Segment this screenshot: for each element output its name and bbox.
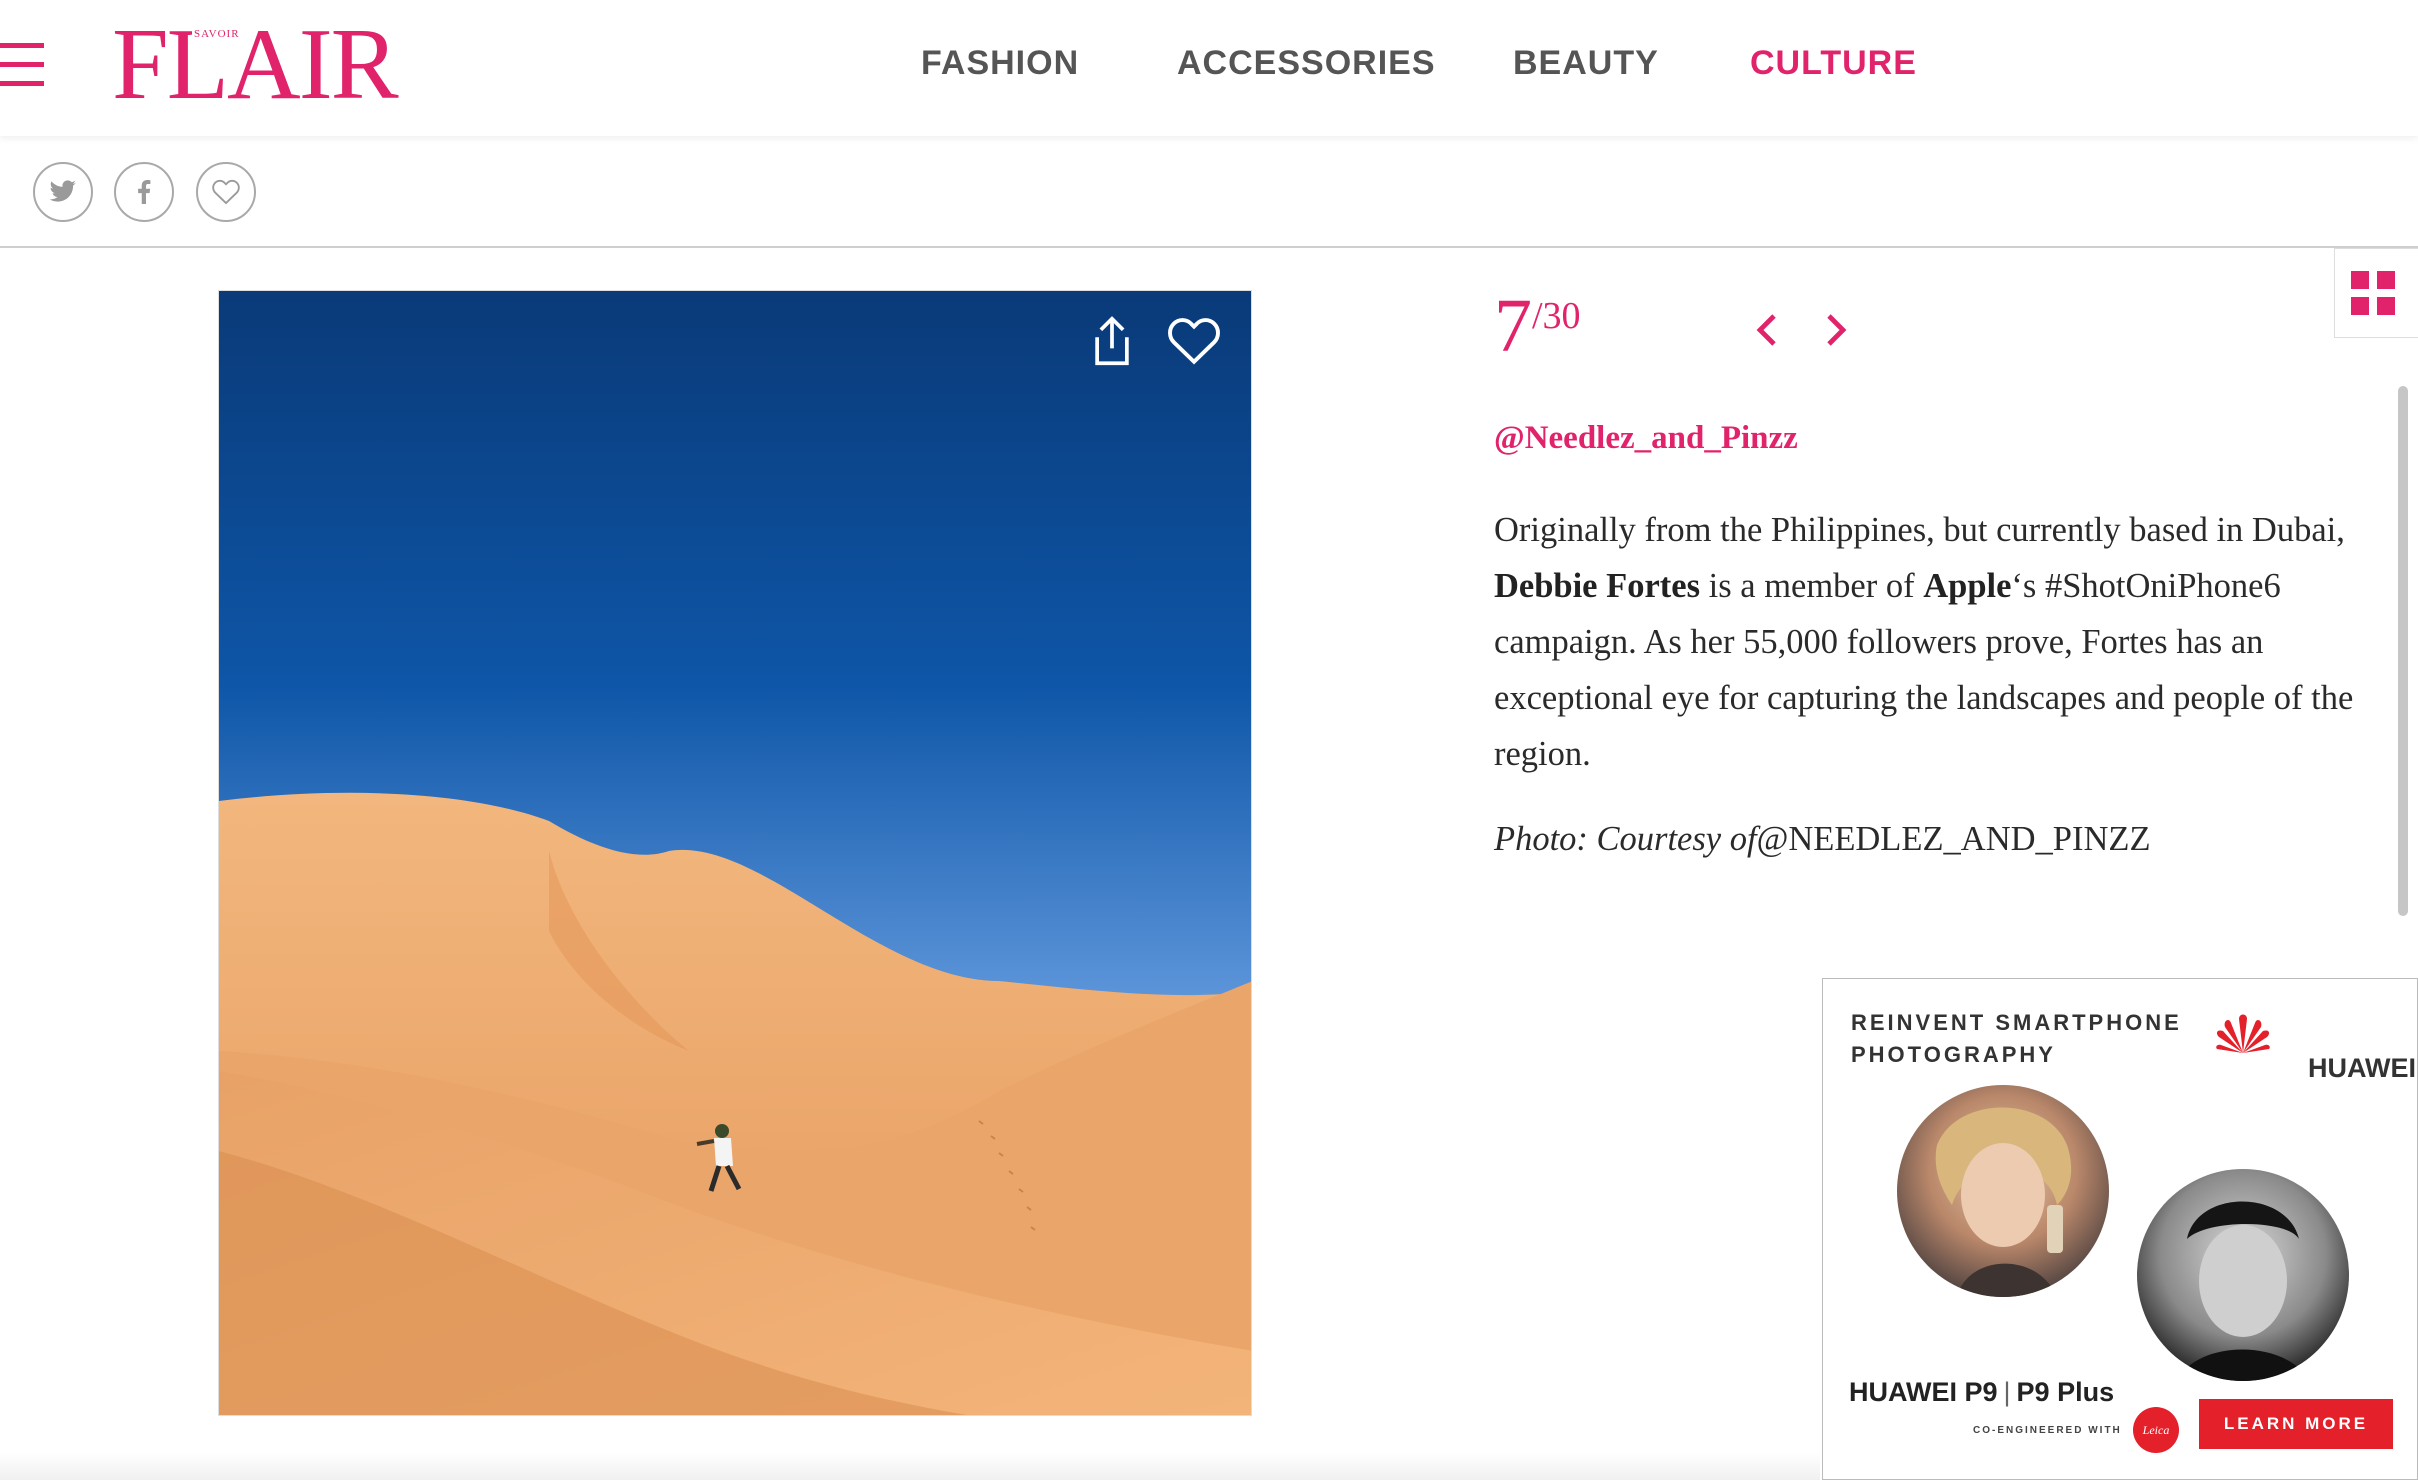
total-slides: /30 xyxy=(1532,295,1581,337)
leica-logo: Leica xyxy=(2133,1407,2179,1453)
main-nav: FASHION ACCESSORIES BEAUTY CULTURE xyxy=(0,44,2418,88)
nav-beauty[interactable]: BEAUTY xyxy=(1513,44,1659,83)
page-fade xyxy=(0,1452,1820,1480)
description-text: is a member of xyxy=(1700,567,1924,605)
description-brand: Apple xyxy=(1923,567,2012,605)
heart-icon xyxy=(212,179,240,205)
slide-description: Originally from the Philippines, but cur… xyxy=(1494,502,2364,782)
co-engineered-text: CO-ENGINEERED WITH xyxy=(1973,1425,2122,1436)
instagram-handle-link[interactable]: @Needlez_and_Pinzz xyxy=(1494,420,1798,457)
model-portrait-woman xyxy=(1897,1085,2109,1297)
credit-label: Photo: Courtesy of xyxy=(1494,820,1757,858)
scrollbar xyxy=(2392,378,2414,938)
huawei-flower-icon xyxy=(2216,1014,2270,1053)
model-portrait-man xyxy=(2137,1169,2349,1381)
ad-headline: REINVENT SMARTPHONE PHOTOGRAPHY xyxy=(1851,1010,2182,1067)
nav-culture[interactable]: CULTURE xyxy=(1750,44,1917,83)
product-p9-plus: P9 Plus xyxy=(2016,1377,2115,1407)
facebook-share-button[interactable] xyxy=(114,162,174,222)
learn-more-button[interactable]: LEARN MORE xyxy=(2199,1399,2393,1449)
huawei-logo: HUAWEI xyxy=(2213,1009,2416,1083)
share-icon[interactable] xyxy=(1089,315,1135,367)
site-header: FLAIR SAVOIR FASHION ACCESSORIES BEAUTY … xyxy=(0,0,2418,136)
gallery-photo[interactable] xyxy=(218,290,1252,1416)
portrait-image xyxy=(2177,1201,2309,1381)
twitter-share-button[interactable] xyxy=(33,162,93,222)
nav-accessories[interactable]: ACCESSORIES xyxy=(1177,44,1436,83)
previous-arrow-icon[interactable] xyxy=(1748,310,1788,350)
logo-tagline: SAVOIR xyxy=(192,28,242,40)
slide-counter: 7/30 xyxy=(1494,288,1581,364)
next-arrow-icon[interactable] xyxy=(1815,310,1855,350)
share-bar xyxy=(0,136,2418,248)
favorite-button[interactable] xyxy=(196,162,256,222)
description-person: Debbie Fortes xyxy=(1494,567,1700,605)
grid-view-button[interactable] xyxy=(2334,248,2418,338)
grid-icon xyxy=(2351,271,2369,289)
photo-credit: Photo: Courtesy of@NEEDLEZ_AND_PINZZ xyxy=(1494,820,2151,859)
product-p9: HUAWEI P9 xyxy=(1849,1377,1998,1407)
huawei-brand: HUAWEI xyxy=(2308,1053,2416,1083)
scrollbar-thumb[interactable] xyxy=(2398,386,2408,916)
current-slide: 7 xyxy=(1494,284,1532,368)
desert-landscape-image xyxy=(219,291,1251,1415)
description-text: Originally from the Philippines, but cur… xyxy=(1494,511,2345,549)
heart-icon[interactable] xyxy=(1167,317,1221,365)
huawei-advertisement[interactable]: REINVENT SMARTPHONE PHOTOGRAPHY HUAWEI H… xyxy=(1822,978,2418,1480)
twitter-icon xyxy=(49,180,76,202)
product-separator: | xyxy=(2003,1377,2011,1407)
portrait-image xyxy=(1935,1107,2072,1297)
credit-handle: @NEEDLEZ_AND_PINZZ xyxy=(1756,820,2151,858)
facebook-icon xyxy=(138,180,151,204)
nav-fashion[interactable]: FASHION xyxy=(921,44,1079,83)
ad-product-name: HUAWEI P9 | P9 Plus xyxy=(1849,1377,2114,1408)
